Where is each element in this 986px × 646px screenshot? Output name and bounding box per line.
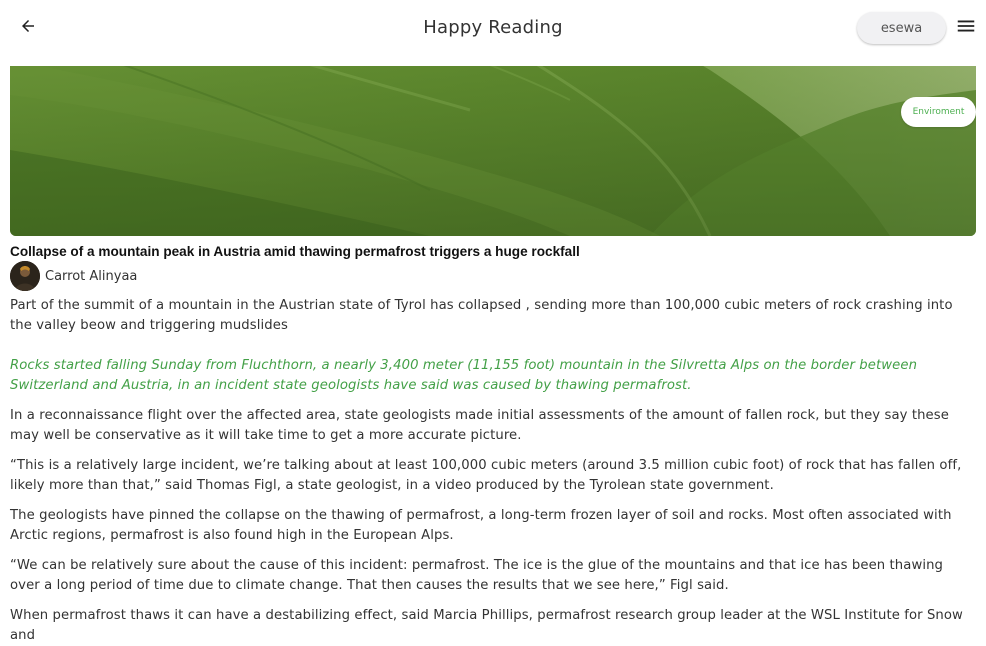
paragraph: When permafrost thaws it can have a dest… [10, 608, 963, 643]
avatar[interactable] [10, 261, 40, 291]
paragraph: The geologists have pinned the collapse … [10, 508, 952, 543]
paragraph: “We can be relatively sure about the cau… [10, 558, 944, 593]
article-headline: Collapse of a mountain peak in Austria a… [10, 244, 580, 259]
article-summary: Part of the summit of a mountain in the … [10, 298, 953, 333]
highlighted-paragraph: Rocks started falling Sunday from Flucht… [10, 358, 918, 393]
esewa-button[interactable]: esewa [857, 12, 946, 44]
author-row[interactable]: Carrot Alinyaa [10, 261, 976, 291]
app-bar: Happy Reading esewa [0, 0, 986, 66]
article-body: Collapse of a mountain peak in Austria a… [10, 244, 976, 646]
hamburger-menu-icon [955, 15, 977, 41]
page-title: Happy Reading [423, 17, 563, 38]
paragraph: In a reconnaissance flight over the affe… [10, 408, 949, 443]
category-chip[interactable]: Enviroment [901, 97, 976, 127]
author-name[interactable]: Carrot Alinyaa [45, 269, 137, 284]
menu-button[interactable] [954, 16, 978, 40]
paragraph: “This is a relatively large incident, we… [10, 458, 962, 493]
